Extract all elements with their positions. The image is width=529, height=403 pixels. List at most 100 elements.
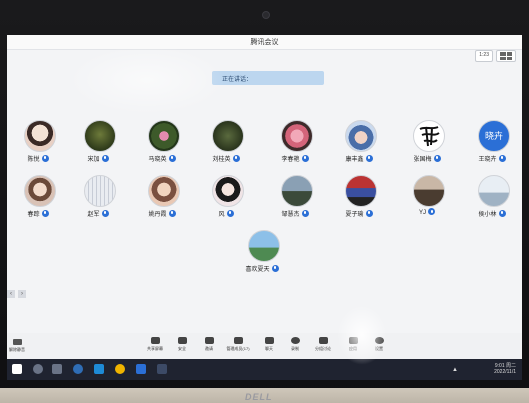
avatar bbox=[413, 120, 445, 152]
mic-icon bbox=[301, 154, 309, 162]
avatar bbox=[345, 120, 377, 152]
mic-icon bbox=[498, 209, 506, 217]
avatar bbox=[24, 120, 56, 152]
share-screen-button[interactable]: 共享屏幕 bbox=[143, 337, 167, 352]
gear-icon bbox=[374, 337, 384, 344]
toolbar-label: 共享屏幕 bbox=[147, 346, 163, 351]
mic-icon bbox=[226, 209, 234, 217]
toolbar-label: 分组讨论 bbox=[315, 346, 331, 351]
network-icon[interactable]: ▲ bbox=[452, 367, 458, 373]
breakout-button[interactable]: 分组讨论 bbox=[311, 337, 335, 352]
toolbar-label: 录制 bbox=[291, 346, 299, 351]
avatar bbox=[248, 230, 280, 262]
tencent-meeting-taskbar-icon[interactable] bbox=[136, 364, 146, 374]
toolbar-label: 管理成员(17) bbox=[226, 346, 250, 351]
unmute-button[interactable]: 解除静音 bbox=[9, 339, 25, 353]
page-controls: ‹ › bbox=[7, 290, 26, 298]
participant-name: 刘桂英 bbox=[212, 157, 231, 163]
manage-members-button[interactable]: 管理成员(17) bbox=[226, 337, 250, 352]
avatar bbox=[345, 175, 377, 207]
participant-name: 陈悦 bbox=[27, 157, 40, 163]
mic-icon bbox=[232, 154, 240, 162]
screen: 腾讯会议 1:23 正在讲话： 陈悦 宋加 马晓英 刘桂英 李春艳 康丰鑫 张国… bbox=[7, 35, 522, 380]
toolbar-label: 设置 bbox=[375, 346, 383, 351]
mic-icon bbox=[271, 264, 279, 272]
invite-button[interactable]: 邀请 bbox=[197, 337, 221, 352]
record-icon bbox=[290, 337, 300, 344]
breakout-icon bbox=[318, 337, 328, 344]
mic-icon bbox=[301, 209, 309, 217]
prev-page-button[interactable]: ‹ bbox=[7, 290, 15, 298]
avatar bbox=[148, 175, 180, 207]
avatar-initials: 晓卉 bbox=[484, 131, 503, 141]
layout-button[interactable] bbox=[496, 50, 516, 62]
mic-icon bbox=[365, 154, 373, 162]
search-icon[interactable] bbox=[33, 364, 43, 374]
chat-icon bbox=[264, 337, 274, 344]
avatar bbox=[212, 175, 244, 207]
mic-off-icon bbox=[12, 339, 22, 345]
participant-name: 风 bbox=[218, 212, 225, 218]
explorer-icon[interactable] bbox=[115, 364, 125, 374]
participant-name: 喜欢夏天 bbox=[245, 267, 270, 273]
avatar bbox=[413, 175, 445, 207]
security-button[interactable]: 安全 bbox=[170, 337, 194, 352]
calligraphy-avatar-icon bbox=[419, 126, 440, 147]
record-button[interactable]: 录制 bbox=[283, 337, 307, 352]
brand-logo: DELL bbox=[245, 392, 273, 402]
mic-icon bbox=[41, 209, 49, 217]
os-taskbar: ▲ 9:01 周二 2022/11/1 bbox=[7, 359, 522, 380]
mic-icon bbox=[498, 154, 506, 162]
avatar bbox=[148, 120, 180, 152]
avatar bbox=[212, 120, 244, 152]
toolbar-label: 邀请 bbox=[205, 346, 213, 351]
participant-name: YJ bbox=[418, 210, 426, 217]
app-taskbar-icon[interactable] bbox=[157, 364, 167, 374]
participant-name: 夏子瑜 bbox=[345, 212, 364, 218]
participant-name: 宋加 bbox=[87, 157, 100, 163]
members-icon bbox=[233, 337, 243, 344]
next-page-button[interactable]: › bbox=[18, 290, 26, 298]
grid-layout-icon bbox=[500, 52, 512, 60]
mic-icon bbox=[168, 154, 176, 162]
avatar bbox=[281, 175, 313, 207]
chat-button[interactable]: 聊天 bbox=[257, 337, 281, 352]
participant-name: 赵军 bbox=[87, 212, 100, 218]
clock[interactable]: 9:01 周二 2022/11/1 bbox=[494, 363, 516, 375]
mic-icon bbox=[168, 209, 176, 217]
participant-name: 姚丹霞 bbox=[148, 212, 167, 218]
toolbar-label: 应用 bbox=[349, 346, 357, 351]
invite-icon bbox=[204, 337, 214, 344]
participant-name: 侯小林 bbox=[478, 212, 497, 218]
participant-name: 邹慧杰 bbox=[281, 212, 300, 218]
participant-name: 康丰鑫 bbox=[345, 157, 364, 163]
mic-icon bbox=[41, 154, 49, 162]
apps-icon bbox=[348, 337, 358, 344]
browser-icon[interactable] bbox=[73, 364, 83, 374]
mic-icon bbox=[433, 154, 441, 162]
avatar bbox=[84, 175, 116, 207]
speaking-label: 正在讲话： bbox=[222, 77, 253, 83]
participant-name: 马晓英 bbox=[148, 157, 167, 163]
mic-icon bbox=[101, 154, 109, 162]
participant-name: 王晓卉 bbox=[478, 157, 497, 163]
settings-button[interactable]: 设置 bbox=[367, 337, 391, 352]
webcam bbox=[262, 11, 270, 19]
start-icon[interactable] bbox=[12, 364, 22, 374]
participant-name: 张国梅 bbox=[413, 157, 432, 163]
clock-date: 2022/11/1 bbox=[494, 369, 516, 375]
apps-button[interactable]: 应用 bbox=[341, 337, 365, 352]
meeting-timer: 1:23 bbox=[475, 50, 493, 62]
task-view-icon[interactable] bbox=[52, 364, 62, 374]
avatar bbox=[84, 120, 116, 152]
avatar bbox=[478, 175, 510, 207]
participant-name: 春踪 bbox=[27, 212, 40, 218]
meeting-toolbar: 解除静音 共享屏幕 安全 邀请 管理成员(17) 聊天 录制 分组讨论 应用 设… bbox=[7, 333, 522, 359]
header-controls: 1:23 bbox=[475, 50, 516, 62]
participant-name: 李春艳 bbox=[281, 157, 300, 163]
toolbar-label: 聊天 bbox=[265, 346, 273, 351]
edge-icon[interactable] bbox=[94, 364, 104, 374]
window-title: 腾讯会议 bbox=[250, 39, 279, 46]
screen-glare bbox=[67, 45, 227, 115]
shield-icon bbox=[177, 337, 187, 344]
